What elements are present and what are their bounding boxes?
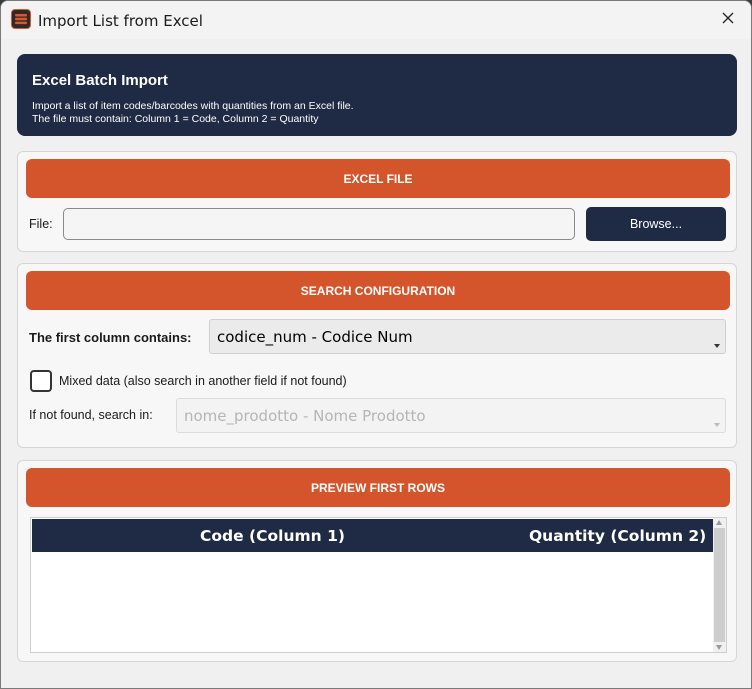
file-path-input[interactable]	[63, 208, 575, 240]
first-column-select-value: codice_num - Codice Num	[217, 327, 413, 346]
file-label: File:	[29, 217, 53, 231]
excel-file-group: EXCEL FILE File: Browse...	[17, 151, 737, 252]
mixed-data-label[interactable]: Mixed data (also search in another field…	[59, 374, 347, 388]
column-header-code[interactable]: Code (Column 1)	[200, 527, 345, 545]
dialog-content: Excel Batch Import Import a list of item…	[2, 39, 750, 688]
first-column-select[interactable]: codice_num - Codice Num	[209, 319, 726, 354]
preview-table[interactable]: Code (Column 1) Quantity (Column 2)	[30, 517, 727, 653]
preview-vertical-scrollbar[interactable]	[713, 518, 726, 652]
header-panel: Excel Batch Import Import a list of item…	[17, 54, 737, 136]
column-header-quantity[interactable]: Quantity (Column 2)	[529, 527, 706, 545]
excel-file-section-header: EXCEL FILE	[26, 159, 730, 198]
title-bar[interactable]: Import List from Excel	[1, 1, 751, 39]
header-desc-line-2: The file must contain: Column 1 = Code, …	[32, 113, 319, 125]
search-configuration-group: SEARCH CONFIGURATION The first column co…	[17, 263, 737, 448]
search-configuration-section-header: SEARCH CONFIGURATION	[26, 271, 730, 310]
header-description: Import a list of item codes/barcodes wit…	[32, 100, 354, 126]
preview-group: PREVIEW FIRST ROWS Code (Column 1) Quant…	[17, 460, 737, 662]
window-title: Import List from Excel	[38, 12, 203, 30]
mixed-data-checkbox[interactable]	[30, 370, 52, 392]
import-dialog-window: Import List from Excel Excel Batch Impor…	[0, 0, 752, 689]
fallback-field-label: If not found, search in:	[29, 408, 153, 422]
fallback-field-select[interactable]: nome_prodotto - Nome Prodotto	[176, 398, 726, 433]
app-logo-icon	[11, 9, 31, 29]
preview-table-header: Code (Column 1) Quantity (Column 2)	[32, 519, 713, 552]
fallback-field-select-value: nome_prodotto - Nome Prodotto	[184, 406, 426, 425]
first-column-label: The first column contains:	[29, 330, 192, 345]
scroll-up-arrow-icon[interactable]	[716, 520, 722, 525]
header-desc-line-1: Import a list of item codes/barcodes wit…	[32, 100, 354, 112]
preview-section-header: PREVIEW FIRST ROWS	[26, 468, 730, 507]
scrollbar-thumb[interactable]	[714, 528, 725, 642]
close-icon	[722, 11, 734, 29]
chevron-down-icon	[714, 344, 720, 348]
browse-button[interactable]: Browse...	[586, 207, 726, 241]
header-title: Excel Batch Import	[32, 72, 168, 89]
chevron-down-icon	[714, 423, 720, 427]
scroll-down-arrow-icon[interactable]	[716, 645, 722, 650]
close-button[interactable]	[705, 1, 751, 39]
